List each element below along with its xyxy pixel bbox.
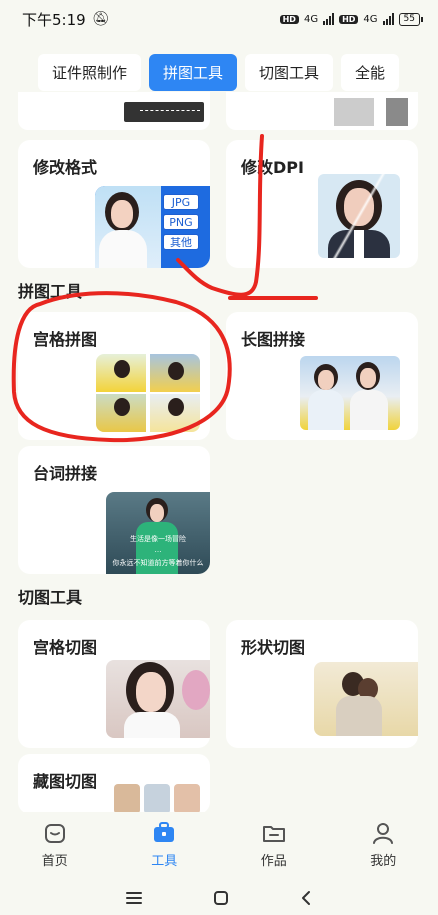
format-tag: JPG xyxy=(163,194,199,210)
menu-icon[interactable] xyxy=(124,890,144,906)
tab-all[interactable]: 全能 xyxy=(341,53,400,91)
card-label: 修改格式 xyxy=(33,158,98,177)
card-label: 形状切图 xyxy=(241,638,306,657)
partial-thumbnail xyxy=(386,98,408,126)
home-icon xyxy=(44,823,65,843)
tool-content: 修改格式 JPG PNG 其他 修改DPI 拼图工具 宫格拼图 长图拼接 台词拼… xyxy=(0,92,438,812)
card-label: 台词拼接 xyxy=(33,464,98,483)
caption-line: … xyxy=(154,546,162,554)
card-hidden-cut[interactable]: 藏图切图 xyxy=(18,754,210,812)
folder-icon xyxy=(262,825,285,842)
card-grid-collage[interactable]: 宫格拼图 xyxy=(18,312,210,440)
grid-collage-thumbnail xyxy=(96,354,200,432)
signal-icon xyxy=(382,13,394,25)
nav-tools[interactable]: 工具 xyxy=(124,820,204,869)
dotted-line xyxy=(140,110,200,114)
format-tag: PNG xyxy=(163,214,199,230)
bottom-nav: 首页 工具 作品 我的 xyxy=(0,812,438,876)
mute-icon: 🔕︎ xyxy=(91,11,110,27)
network-label: 4G xyxy=(363,13,378,25)
profile-icon xyxy=(373,822,394,844)
top-tab-bar: 证件照制作 拼图工具 切图工具 全能 xyxy=(0,52,438,92)
caption-line: 你永远不知道前方等着你什么 xyxy=(112,559,204,567)
toolbox-icon xyxy=(154,821,175,842)
partial-card[interactable] xyxy=(226,92,418,130)
nav-profile[interactable]: 我的 xyxy=(343,820,423,869)
network-label: 4G xyxy=(303,13,319,25)
battery-icon: 55 xyxy=(398,12,424,26)
nav-label: 作品 xyxy=(260,853,287,869)
status-time: 下午5:19 xyxy=(22,10,86,29)
partial-card[interactable] xyxy=(18,92,210,130)
format-tag: 其他 xyxy=(163,234,199,250)
hidden-cut-thumbnail xyxy=(114,784,202,812)
card-label: 长图拼接 xyxy=(241,330,306,349)
grid-cut-thumbnail xyxy=(106,660,210,738)
nav-label: 首页 xyxy=(41,853,68,869)
card-label: 宫格切图 xyxy=(33,638,98,657)
signal-icon xyxy=(323,13,335,25)
card-change-dpi[interactable]: 修改DPI xyxy=(226,140,418,268)
card-label: 修改DPI xyxy=(241,158,304,177)
back-icon[interactable] xyxy=(298,889,314,907)
caption-stitch-thumbnail: 生活是像一场冒险 … 你永远不知道前方等着你什么 xyxy=(106,492,210,574)
tab-cut[interactable]: 切图工具 xyxy=(245,53,334,91)
tab-id-photo[interactable]: 证件照制作 xyxy=(38,53,142,91)
section-title-collage: 拼图工具 xyxy=(18,282,83,301)
partial-thumbnail xyxy=(334,98,374,126)
nav-label: 我的 xyxy=(370,853,397,869)
system-nav-bar xyxy=(0,880,438,915)
caption-line: 生活是像一场冒险 xyxy=(130,535,186,543)
tab-collage[interactable]: 拼图工具 xyxy=(149,53,238,91)
status-bar: 下午5:19 🔕︎ HD 4G HD 4G 55 xyxy=(0,0,438,38)
home-square-icon[interactable] xyxy=(212,889,230,907)
card-caption-stitch[interactable]: 台词拼接 生活是像一场冒险 … 你永远不知道前方等着你什么 xyxy=(18,446,210,574)
card-long-image-stitch[interactable]: 长图拼接 xyxy=(226,312,418,440)
hd-badge: HD xyxy=(279,14,299,24)
hd-badge: HD xyxy=(339,14,359,24)
nav-works[interactable]: 作品 xyxy=(234,820,314,869)
shape-cut-thumbnail xyxy=(314,662,418,736)
nav-label: 工具 xyxy=(151,853,178,869)
nav-home[interactable]: 首页 xyxy=(15,820,95,869)
section-title-cut: 切图工具 xyxy=(18,588,83,607)
card-label: 宫格拼图 xyxy=(33,330,98,349)
card-shape-cut[interactable]: 形状切图 xyxy=(226,620,418,748)
card-grid-cut[interactable]: 宫格切图 xyxy=(18,620,210,748)
format-thumbnail: JPG PNG 其他 xyxy=(95,186,210,268)
dpi-thumbnail xyxy=(318,174,400,258)
card-label: 藏图切图 xyxy=(33,772,98,791)
card-change-format[interactable]: 修改格式 JPG PNG 其他 xyxy=(18,140,210,268)
long-stitch-thumbnail xyxy=(300,356,400,430)
